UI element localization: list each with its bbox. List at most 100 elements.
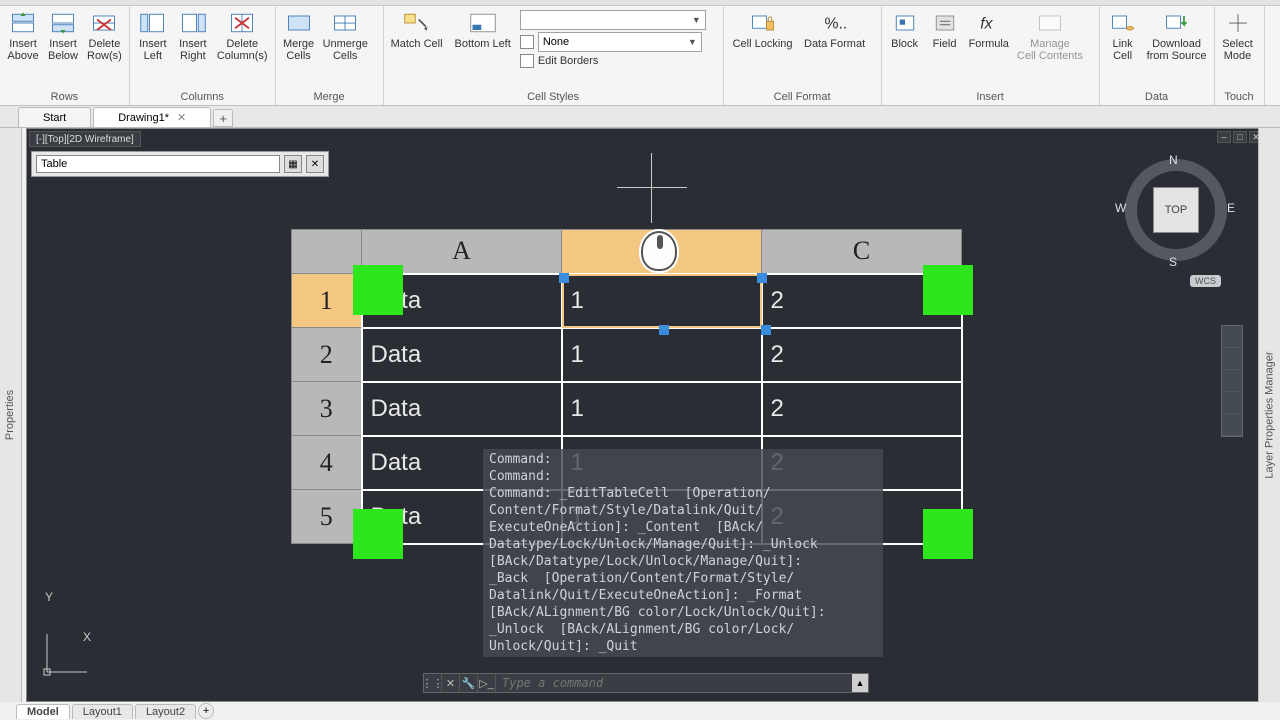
selection-handle[interactable] bbox=[923, 265, 973, 315]
viewcube[interactable]: TOP N S E W bbox=[1121, 155, 1231, 265]
data-format-label: Data Format bbox=[804, 38, 865, 50]
row-header-4[interactable]: 4 bbox=[292, 436, 362, 490]
command-line[interactable]: ⋮⋮ ✕ 🔧 ▷_ ▲ bbox=[423, 673, 869, 693]
group-label-data: Data bbox=[1104, 89, 1210, 105]
lock-icon bbox=[747, 10, 779, 36]
selection-handle[interactable] bbox=[923, 509, 973, 559]
table-cell[interactable]: Data bbox=[362, 328, 562, 382]
layout-tab-model[interactable]: Model bbox=[16, 704, 70, 719]
delete-columns-button[interactable]: DeleteColumn(s) bbox=[214, 8, 271, 64]
delete-rows-button[interactable]: DeleteRow(s) bbox=[84, 8, 125, 64]
chevron-down-icon: ▼ bbox=[688, 37, 697, 47]
insert-right-button[interactable]: InsertRight bbox=[174, 8, 212, 64]
selection-handle[interactable] bbox=[353, 265, 403, 315]
insert-left-button[interactable]: InsertLeft bbox=[134, 8, 172, 64]
table-cell[interactable]: 1 bbox=[562, 328, 762, 382]
alignment-button[interactable]: Bottom Left bbox=[452, 8, 514, 89]
insert-left-label: InsertLeft bbox=[139, 38, 167, 62]
percent-icon: %.. bbox=[819, 10, 851, 36]
viewport[interactable]: [-][Top][2D Wireframe] – □ ✕ Table ▦ ✕ A… bbox=[26, 128, 1268, 702]
group-label-insert: Insert bbox=[886, 89, 1095, 105]
select-mode-button[interactable]: SelectMode bbox=[1219, 8, 1257, 64]
delete-row-icon bbox=[88, 10, 120, 36]
table-cell[interactable]: Data bbox=[362, 382, 562, 436]
table-cell[interactable]: 2 bbox=[762, 382, 962, 436]
close-tab-icon[interactable]: ✕ bbox=[177, 111, 186, 124]
command-input[interactable] bbox=[496, 676, 852, 690]
cell-grip[interactable] bbox=[757, 273, 767, 283]
crosshair-h bbox=[617, 187, 687, 188]
ribbon-group-cell-styles: Match Cell Bottom Left ▼ None▼ Edit Bord… bbox=[384, 6, 724, 105]
download-source-button[interactable]: Downloadfrom Source bbox=[1144, 8, 1210, 64]
viewcube-s[interactable]: S bbox=[1169, 255, 1177, 269]
field-button[interactable]: Field bbox=[926, 8, 964, 52]
ribbon-group-merge: MergeCells UnmergeCells Merge bbox=[276, 6, 384, 105]
wcs-badge[interactable]: WCS bbox=[1190, 275, 1221, 287]
properties-palette-bar[interactable]: Properties bbox=[0, 128, 22, 702]
row-header-1[interactable]: 1 bbox=[292, 274, 362, 328]
alignment-label: Bottom Left bbox=[455, 38, 511, 50]
cmd-customize-icon[interactable]: 🔧 bbox=[460, 674, 478, 692]
cell-grip[interactable] bbox=[761, 325, 771, 335]
download-icon bbox=[1161, 10, 1193, 36]
tab-start[interactable]: Start bbox=[18, 107, 91, 127]
viewcube-n[interactable]: N bbox=[1169, 153, 1178, 167]
cmd-grip-icon[interactable]: ⋮⋮ bbox=[424, 674, 442, 692]
cmd-history-arrow-icon[interactable]: ▲ bbox=[852, 674, 868, 692]
selection-handle[interactable] bbox=[353, 509, 403, 559]
merge-cells-button[interactable]: MergeCells bbox=[280, 8, 318, 64]
edit-borders-label[interactable]: Edit Borders bbox=[538, 55, 599, 67]
row-header-2[interactable]: 2 bbox=[292, 328, 362, 382]
bg-fill-combo[interactable]: None▼ bbox=[538, 32, 702, 52]
alignment-icon bbox=[467, 10, 499, 36]
data-format-button[interactable]: %.. Data Format bbox=[800, 8, 870, 52]
match-cell-button[interactable]: Match Cell bbox=[388, 8, 446, 89]
select-mode-label: SelectMode bbox=[1222, 38, 1253, 62]
unmerge-cells-button[interactable]: UnmergeCells bbox=[320, 8, 371, 64]
link-cell-button[interactable]: LinkCell bbox=[1104, 8, 1142, 64]
viewcube-w[interactable]: W bbox=[1115, 201, 1126, 215]
row-header-3[interactable]: 3 bbox=[292, 382, 362, 436]
table-cell[interactable]: 1 bbox=[562, 274, 762, 328]
layout-tab-2[interactable]: Layout2 bbox=[135, 704, 196, 719]
table-corner[interactable] bbox=[292, 230, 362, 274]
close-panel-icon[interactable]: ✕ bbox=[306, 155, 324, 173]
cell-grip[interactable] bbox=[659, 325, 669, 335]
touch-icon bbox=[1222, 10, 1254, 36]
cell-grip[interactable] bbox=[559, 273, 569, 283]
add-layout-button[interactable]: + bbox=[198, 703, 214, 719]
ribbon: InsertAbove InsertBelow DeleteRow(s) Row… bbox=[0, 6, 1280, 106]
viewport-label[interactable]: [-][Top][2D Wireframe] bbox=[29, 131, 141, 147]
block-icon bbox=[889, 10, 921, 36]
insert-above-button[interactable]: InsertAbove bbox=[4, 8, 42, 64]
insert-below-button[interactable]: InsertBelow bbox=[44, 8, 82, 64]
cmd-close-icon[interactable]: ✕ bbox=[442, 674, 460, 692]
viewcube-e[interactable]: E bbox=[1227, 201, 1235, 215]
block-button[interactable]: Block bbox=[886, 8, 924, 52]
quick-select-icon[interactable]: ▦ bbox=[284, 155, 302, 173]
object-type-combo[interactable]: Table bbox=[36, 155, 280, 173]
nav-tool-strip[interactable] bbox=[1221, 325, 1243, 437]
bg-none-check[interactable] bbox=[520, 35, 534, 49]
edit-borders-check[interactable] bbox=[520, 54, 534, 68]
tab-drawing1[interactable]: Drawing1*✕ bbox=[93, 107, 211, 127]
document-tabs: Start Drawing1*✕ + bbox=[0, 106, 1280, 128]
layout-tab-1[interactable]: Layout1 bbox=[72, 704, 133, 719]
table-cell[interactable]: 1 bbox=[562, 382, 762, 436]
viewcube-face-top[interactable]: TOP bbox=[1153, 187, 1199, 233]
minimize-icon[interactable]: – bbox=[1217, 131, 1231, 143]
row-header-5[interactable]: 5 bbox=[292, 490, 362, 544]
manage-cell-contents-button[interactable]: ManageCell Contents bbox=[1014, 8, 1086, 64]
new-tab-button[interactable]: + bbox=[213, 109, 233, 127]
group-label-cell-styles: Cell Styles bbox=[388, 89, 719, 105]
cell-style-combo[interactable]: ▼ bbox=[520, 10, 706, 30]
layer-properties-bar[interactable]: Layer Properties Manager bbox=[1258, 128, 1280, 702]
merge-cells-label: MergeCells bbox=[283, 38, 314, 62]
formula-button[interactable]: fxFormula bbox=[966, 8, 1012, 52]
cell-locking-button[interactable]: Cell Locking bbox=[728, 8, 798, 52]
ribbon-group-columns: InsertLeft InsertRight DeleteColumn(s) C… bbox=[130, 6, 276, 105]
table-cell[interactable]: 2 bbox=[762, 328, 962, 382]
maximize-icon[interactable]: □ bbox=[1233, 131, 1247, 143]
drawing-area-wrap: Properties [-][Top][2D Wireframe] – □ ✕ … bbox=[0, 128, 1280, 708]
insert-below-label: InsertBelow bbox=[48, 38, 78, 62]
